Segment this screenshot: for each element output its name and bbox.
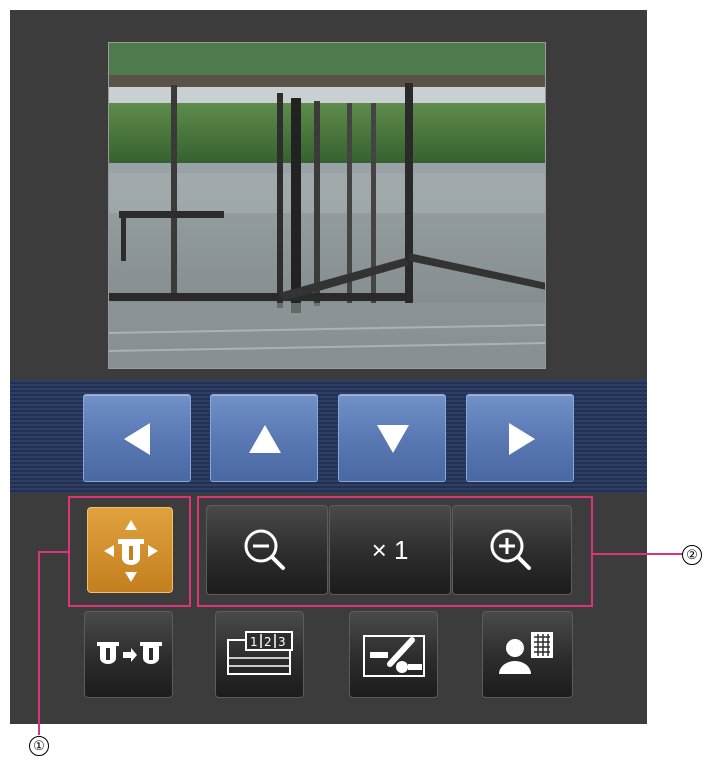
tilt-up-button[interactable] <box>210 394 318 482</box>
svg-text:2: 2 <box>264 635 272 649</box>
svg-text:3: 3 <box>278 635 286 649</box>
brightness-adjust-icon <box>363 635 425 677</box>
multi-screen-icon <box>499 632 553 674</box>
triangle-down-icon <box>377 425 409 453</box>
multi-screen-button[interactable] <box>482 611 573 698</box>
camera-scene <box>109 43 545 368</box>
triangle-left-icon <box>124 423 150 455</box>
camera-switch-icon <box>97 642 162 664</box>
brightness-adjust-button[interactable] <box>349 611 438 698</box>
callout-marker-2: ② <box>682 545 702 565</box>
callout-box-1 <box>68 496 191 607</box>
callout-marker-1: ① <box>29 736 49 756</box>
preset-position-button[interactable]: 1 2 3 <box>215 611 304 698</box>
triangle-up-icon <box>249 425 281 453</box>
pan-right-button[interactable] <box>466 394 574 482</box>
preset-position-icon: 1 2 3 <box>227 631 293 675</box>
triangle-right-icon <box>509 423 535 455</box>
svg-text:1: 1 <box>250 635 258 649</box>
callout-leader-2 <box>593 553 683 555</box>
camera-switch-button[interactable] <box>84 611 173 698</box>
camera-live-image <box>108 42 546 369</box>
callout-box-2 <box>197 496 593 607</box>
callout-leader-1-h <box>38 551 70 553</box>
tilt-down-button[interactable] <box>338 394 446 482</box>
callout-leader-1-v <box>38 551 40 735</box>
pan-left-button[interactable] <box>83 394 191 482</box>
